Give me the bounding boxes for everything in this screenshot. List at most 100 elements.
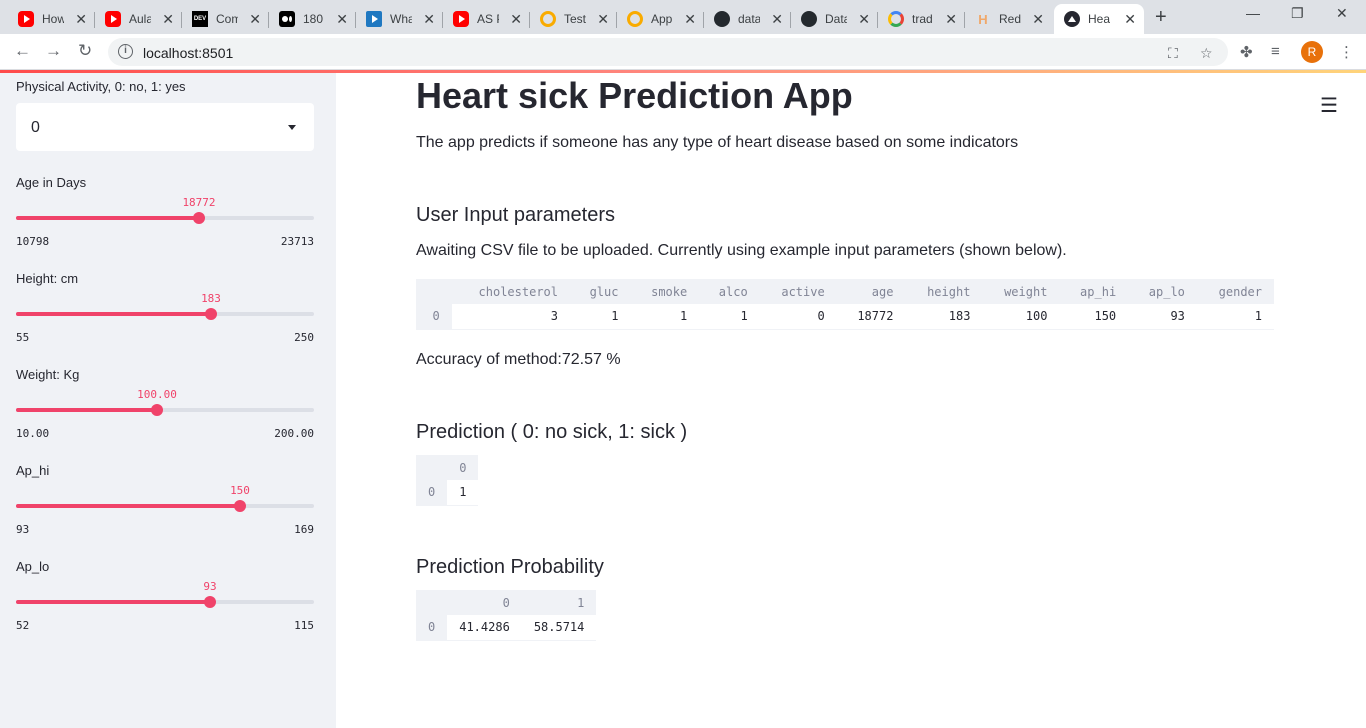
close-icon[interactable]: ✕: [771, 11, 783, 27]
tab-title: App: [651, 12, 673, 26]
physical-activity-select[interactable]: 0: [16, 103, 314, 151]
close-icon[interactable]: ✕: [945, 11, 957, 27]
colab-icon: [540, 11, 556, 27]
column-header: alco: [699, 279, 760, 304]
column-header: ap_hi: [1059, 279, 1129, 304]
browser-tab[interactable]: Data ✕: [791, 4, 878, 34]
table-cell: 1: [699, 304, 760, 330]
close-icon[interactable]: ✕: [249, 11, 261, 27]
close-icon[interactable]: ✕: [75, 11, 87, 27]
slider-fill: [16, 600, 210, 604]
close-icon[interactable]: ✕: [1032, 11, 1044, 27]
table-cell: 1: [570, 304, 631, 330]
chevron-down-icon: [288, 125, 296, 130]
hamburger-menu-icon[interactable]: ☰: [1320, 93, 1338, 118]
browser-tab[interactable]: H Rede ✕: [965, 4, 1052, 34]
browser-tab[interactable]: 180 ✕: [269, 4, 356, 34]
column-header: gluc: [570, 279, 631, 304]
ap-hi-slider[interactable]: 150 93 169: [16, 471, 314, 536]
reload-icon[interactable]: ↻: [78, 42, 92, 60]
tab-title: 180: [303, 12, 324, 26]
column-header: cholesterol: [451, 279, 570, 304]
close-icon[interactable]: ✕: [1124, 11, 1136, 27]
minimize-icon[interactable]: —: [1246, 5, 1260, 21]
browser-tab[interactable]: AS P ✕: [443, 4, 530, 34]
close-icon[interactable]: ✕: [510, 11, 522, 27]
slider-min: 10.00: [16, 427, 50, 440]
slider-max: 23713: [280, 235, 314, 248]
forward-icon[interactable]: →: [45, 42, 62, 60]
tab-title: Aula: [129, 12, 151, 26]
close-icon[interactable]: ✕: [858, 11, 870, 27]
column-header: 0: [447, 455, 479, 480]
url-input[interactable]: i localhost:8501 ⛶ ☆: [108, 38, 1228, 66]
slider-min: 10798: [16, 235, 50, 248]
browser-menu-icon[interactable]: ⋮: [1339, 43, 1354, 61]
column-header: height: [905, 279, 983, 304]
translate-icon[interactable]: ⛶: [1168, 45, 1178, 62]
browser-tab-active[interactable]: Hear ✕: [1054, 4, 1144, 34]
close-icon[interactable]: ✕: [423, 11, 435, 27]
slider-fill: [16, 216, 199, 220]
table-cell: 58.5714: [521, 615, 597, 641]
table-header-row: 0 1: [416, 590, 597, 615]
column-header: age: [836, 279, 906, 304]
back-icon[interactable]: ←: [14, 42, 31, 60]
restore-icon[interactable]: ❐: [1291, 5, 1304, 22]
url-text[interactable]: localhost:8501: [143, 45, 233, 61]
window-close-icon[interactable]: ✕: [1336, 5, 1348, 22]
browser-tab[interactable]: DEV Com ✕: [182, 4, 269, 34]
slider-value: 150: [230, 484, 250, 497]
weight-slider[interactable]: 100.00 10.00 200.00: [16, 375, 314, 440]
input-note: Awaiting CSV file to be uploaded. Curren…: [416, 242, 1067, 259]
tab-title: trad: [912, 12, 933, 26]
browser-tab[interactable]: How ✕: [8, 4, 95, 34]
slider-min: 55: [16, 331, 30, 344]
index-header: [416, 590, 448, 615]
browser-tab[interactable]: App ✕: [617, 4, 704, 34]
table-cell: 41.4286: [447, 615, 522, 641]
media-control-icon[interactable]: ≡: [1271, 43, 1280, 60]
site-info-icon[interactable]: i: [118, 44, 133, 59]
youtube-icon: [105, 11, 121, 27]
prediction-heading: Prediction ( 0: no sick, 1: sick ): [416, 421, 688, 443]
profile-avatar[interactable]: R: [1301, 41, 1323, 63]
table-cell: 1: [1196, 304, 1274, 330]
star-icon[interactable]: ☆: [1200, 45, 1213, 62]
row-index: 0: [416, 304, 452, 330]
slider-thumb[interactable]: [204, 596, 216, 608]
table-header-row: cholesterol gluc smoke alco active age h…: [416, 279, 1274, 304]
slider-thumb[interactable]: [234, 500, 246, 512]
table-header-row: 0: [416, 455, 479, 480]
page-description: The app predicts if someone has any type…: [416, 134, 1019, 151]
probability-heading: Prediction Probability: [416, 556, 604, 578]
browser-tab[interactable]: trad ✕: [878, 4, 965, 34]
close-icon[interactable]: ✕: [162, 11, 174, 27]
close-icon[interactable]: ✕: [684, 11, 696, 27]
input-table: cholesterol gluc smoke alco active age h…: [416, 279, 1274, 330]
close-icon[interactable]: ✕: [336, 11, 348, 27]
column-header: gender: [1196, 279, 1274, 304]
browser-tab[interactable]: Aula ✕: [95, 4, 182, 34]
table-row: 0 3 1 1 1 0 18772 183 100 150 93 1: [416, 304, 1274, 330]
table-cell: 183: [905, 304, 983, 330]
slider-thumb[interactable]: [193, 212, 205, 224]
slider-thumb[interactable]: [151, 404, 163, 416]
new-tab-icon[interactable]: +: [1155, 6, 1167, 29]
browser-tab[interactable]: data ✕: [704, 4, 791, 34]
browser-tab-strip: How ✕ Aula ✕ DEV Com ✕ 180 ✕ Wha ✕ AS P …: [0, 0, 1366, 34]
browser-tab[interactable]: Wha ✕: [356, 4, 443, 34]
close-icon[interactable]: ✕: [597, 11, 609, 27]
table-cell: 1: [630, 304, 700, 330]
index-header: [416, 455, 448, 480]
extensions-icon[interactable]: ✤: [1240, 43, 1253, 61]
colab-icon: [627, 11, 643, 27]
browser-tab[interactable]: Test ✕: [530, 4, 617, 34]
slider-thumb[interactable]: [205, 308, 217, 320]
height-slider[interactable]: 183 55 250: [16, 279, 314, 344]
column-header: 0: [447, 590, 522, 615]
age-slider[interactable]: 18772 10798 23713: [16, 183, 314, 248]
github-icon: [801, 11, 817, 27]
medium-icon: [279, 11, 295, 27]
ap-lo-slider[interactable]: 93 52 115: [16, 567, 314, 632]
